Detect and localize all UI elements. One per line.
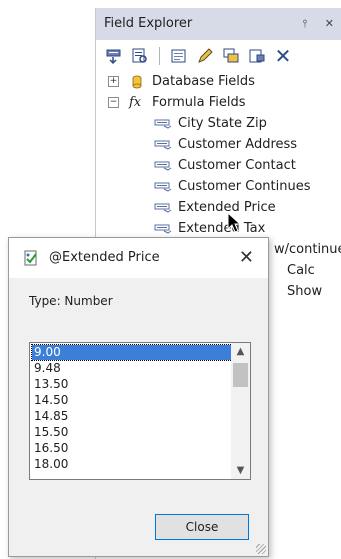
delete-button[interactable]: ✕ [273,46,293,66]
tree-item-formula[interactable]: Extended Price [154,198,276,218]
duplicate-button[interactable] [221,46,241,66]
tree-item-label: Database Fields [152,74,255,89]
formula-field-icon [154,224,172,234]
close-button[interactable]: Close [155,514,249,540]
list-item[interactable]: 14.85 [32,409,68,424]
tree-item-label: Show [287,284,323,299]
tree-item-formula-partial[interactable]: Show [287,282,322,302]
insert-field-button[interactable] [104,46,124,66]
formula-field-icon [154,161,172,171]
field-explorer-titlebar: Field Explorer ⫯ ✕ [96,8,341,40]
tree-item-formula[interactable]: Customer Address [154,135,297,155]
tree-item-label: Customer Contact [178,158,296,173]
values-listbox[interactable]: 9.00 9.48 13.50 14.50 14.85 15.50 16.50 … [29,342,251,480]
collapse-icon[interactable]: − [108,97,119,108]
edit-button[interactable] [195,46,215,66]
tree-item-formula-partial[interactable]: w/continued [274,240,341,260]
insert-field-icon [106,49,121,65]
rename-button[interactable] [247,46,267,66]
delete-icon: ✕ [274,44,292,68]
formula-field-icon [154,140,172,150]
list-item[interactable]: 15.50 [32,425,68,440]
list-item[interactable]: 16.50 [32,441,68,456]
new-formula-icon [171,49,186,63]
resize-grip-icon[interactable] [256,544,266,554]
field-explorer-toolbar: ✕ [104,44,293,68]
tree-item-label: w/continued [274,242,341,257]
panel-close-icon[interactable]: ✕ [325,17,334,30]
dialog-title: @Extended Price [49,250,160,265]
browse-data-icon [132,48,147,63]
database-icon [132,75,142,89]
tree-item-label: Customer Address [178,137,298,152]
field-type-label: Type: Number [29,294,113,308]
tree-item-formula[interactable]: City State Zip [154,114,267,134]
scroll-down-arrow-icon[interactable]: ▼ [231,462,250,479]
formula-field-icon [154,182,172,192]
expand-icon[interactable]: + [108,76,119,87]
list-item-selected[interactable]: 9.00 [31,344,233,361]
tree-item-label: City State Zip [178,116,267,131]
duplicate-icon [223,48,239,63]
list-item[interactable]: 13.50 [32,377,68,392]
tree-item-formula[interactable]: Extended Tax [154,219,265,239]
tree-item-formula[interactable]: Customer Contact [154,156,296,176]
list-item[interactable]: 18.00 [32,457,68,472]
toolbar-separator [159,47,160,65]
formula-field-icon [154,119,172,129]
browse-data-dialog: @Extended Price ✕ Type: Number 9.00 9.48… [8,237,269,557]
pencil-icon [198,48,213,63]
tree-item-formula[interactable]: Customer Continues [154,177,311,197]
new-formula-button[interactable] [169,46,189,66]
scroll-up-arrow-icon[interactable]: ▲ [231,343,250,360]
tree-item-label: Formula Fields [152,95,246,110]
formula-field-icon [154,203,172,213]
scroll-thumb[interactable] [233,363,248,387]
field-explorer-title: Field Explorer [104,16,193,31]
pin-icon[interactable]: ⫯ [302,17,307,30]
tree-item-label: Calc [287,263,315,278]
mouse-cursor-icon [227,212,241,233]
list-item[interactable]: 14.50 [32,393,68,408]
dialog-titlebar: @Extended Price ✕ [9,238,268,278]
tree-item-label: Extended Tax [178,221,266,236]
rename-icon [249,49,265,63]
list-item[interactable]: 9.48 [32,361,61,376]
browse-data-button[interactable] [130,46,150,66]
tree-item-label: Customer Continues [178,179,311,194]
tree-item-formula-partial[interactable]: Calc [287,261,315,281]
formula-check-icon [24,250,37,266]
formula-fx-icon: fx [129,95,142,110]
list-scrollbar[interactable]: ▲ ▼ [231,343,250,479]
dialog-close-icon[interactable]: ✕ [239,238,254,278]
